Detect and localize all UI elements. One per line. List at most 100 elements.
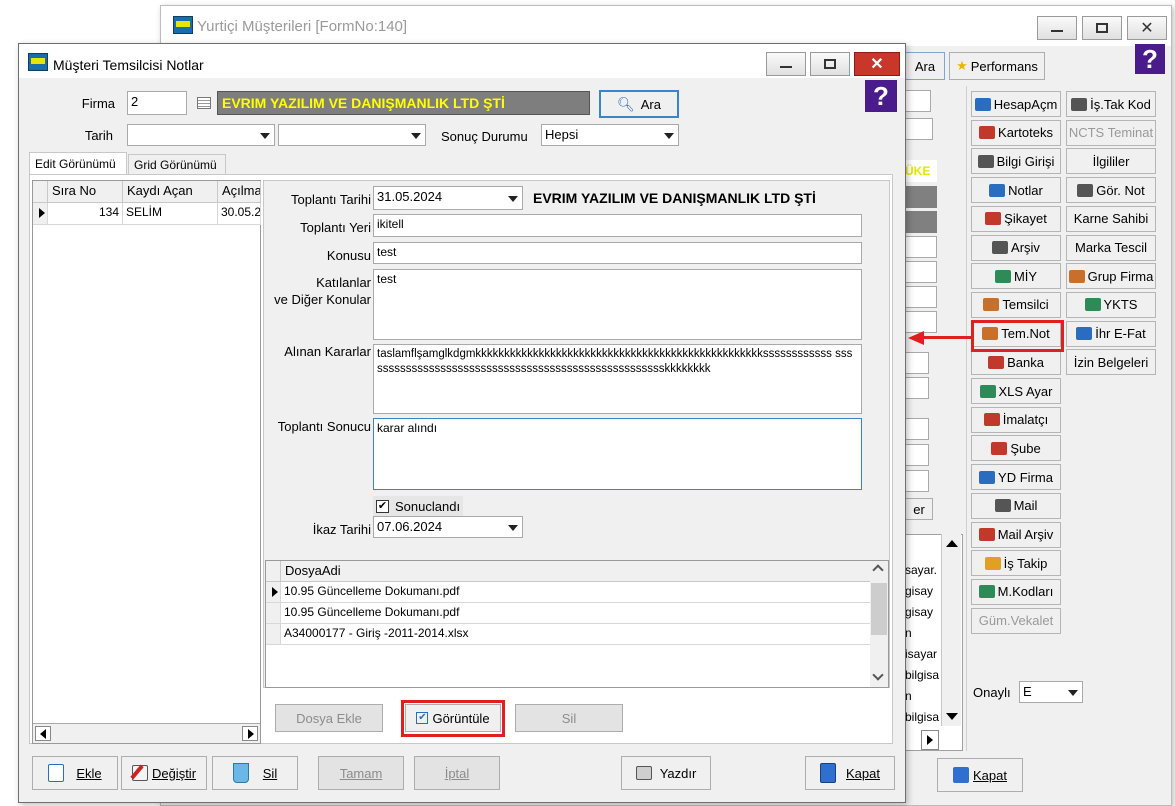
grid-header-sira-no[interactable]: Sıra No xyxy=(48,181,123,203)
sidebar-button-col2-7[interactable]: Grup Firma xyxy=(1066,263,1156,290)
sidebar-button-18[interactable]: M.Kodları xyxy=(971,578,1061,605)
list-item[interactable]: sayar. xyxy=(905,560,943,581)
table-row-kaydi-acan[interactable]: SELİM xyxy=(123,203,218,225)
list-item[interactable]: gisay xyxy=(905,602,943,623)
back-field-9[interactable] xyxy=(905,418,929,440)
file-row[interactable]: 10.95 Güncelleme Dokumanı.pdf xyxy=(281,603,871,624)
list-item[interactable]: bilgisa xyxy=(905,707,943,728)
sonuclandi-checkbox[interactable]: ✔ Sonuclandı xyxy=(373,496,463,516)
help-icon[interactable]: ? xyxy=(865,80,897,112)
back-kapat-button[interactable]: Kapat xyxy=(937,758,1023,792)
sidebar-button-17[interactable]: İş Takip xyxy=(971,550,1061,577)
ikaz-tarihi-select[interactable]: 07.06.2024 xyxy=(373,516,523,538)
sidebar-button-col2-10[interactable]: İzin Belgeleri xyxy=(1066,349,1156,376)
back-field-10[interactable] xyxy=(905,444,929,466)
tarih-end-select[interactable] xyxy=(278,124,426,146)
sidebar-button-16[interactable]: Mail Arşiv xyxy=(971,521,1061,548)
sidebar-button-11[interactable]: XLS Ayar xyxy=(971,378,1061,404)
file-grid-header[interactable]: DosyaAdi xyxy=(281,561,871,582)
sidebar-button-12[interactable]: İmalatçı xyxy=(971,406,1061,433)
sidebar-button-col2-5[interactable]: Karne Sahibi xyxy=(1066,205,1156,232)
back-ara-tab[interactable]: Ara xyxy=(905,52,945,80)
toplanti-yeri-input[interactable]: ikitell xyxy=(373,214,862,237)
ekle-button[interactable]: Ekle xyxy=(32,756,118,790)
back-field-8[interactable] xyxy=(905,377,929,399)
sidebar-button-3[interactable]: Bilgi Girişi xyxy=(971,148,1061,175)
scroll-up-icon[interactable] xyxy=(872,564,884,576)
ara-button[interactable]: 🔍︎ Ara xyxy=(599,90,679,118)
back-field-6[interactable] xyxy=(905,311,937,333)
sidebar-button-col2-8[interactable]: YKTS xyxy=(1066,291,1156,318)
back-list-scroll-right-icon[interactable] xyxy=(921,730,939,750)
scroll-down-icon[interactable] xyxy=(946,713,958,720)
sidebar-button-2[interactable]: Kartoteks xyxy=(971,119,1061,146)
front-close-button[interactable]: ✕ xyxy=(854,52,900,76)
back-field-1[interactable] xyxy=(905,90,931,112)
tab-edit-gorunumu[interactable]: Edit Görünümü xyxy=(29,152,127,175)
tab-grid-gorunumu[interactable]: Grid Görünümü xyxy=(128,154,226,175)
katilanlar-textarea[interactable]: test xyxy=(373,269,862,340)
sidebar-button-4[interactable]: Notlar xyxy=(971,177,1061,204)
sidebar-button-col2-1[interactable]: İş.Tak Kod xyxy=(1066,91,1156,117)
yazdir-button[interactable]: Yazdır xyxy=(621,756,711,790)
back-maximize-button[interactable] xyxy=(1082,16,1122,40)
table-row-sira-no[interactable]: 134 xyxy=(48,203,123,225)
scroll-left-icon[interactable] xyxy=(35,726,51,741)
sidebar-button-col2-4[interactable]: Gör. Not xyxy=(1066,177,1156,204)
scroll-up-icon[interactable] xyxy=(945,540,958,547)
degistir-button[interactable]: Değiştir xyxy=(121,756,207,790)
scroll-down-icon[interactable] xyxy=(872,669,884,681)
sonuc-durumu-select[interactable]: Hepsi xyxy=(541,124,679,146)
dosya-sil-button[interactable]: Sil xyxy=(515,704,623,732)
sidebar-button-15[interactable]: Mail xyxy=(971,492,1061,519)
goruntule-button[interactable]: ✔ Görüntüle xyxy=(405,704,501,732)
back-close-button[interactable]: ✕ xyxy=(1127,16,1167,40)
sil-button[interactable]: Sil xyxy=(212,756,298,790)
kapat-button[interactable]: Kapat xyxy=(805,756,895,790)
sidebar-button-col2-6[interactable]: Marka Tescil xyxy=(1066,234,1156,261)
iptal-button[interactable]: İptal xyxy=(414,756,500,790)
sidebar-button-5[interactable]: Şikayet xyxy=(971,205,1061,232)
back-field-2[interactable] xyxy=(905,118,933,140)
scroll-right-icon[interactable] xyxy=(242,726,258,741)
back-list-scrollbar[interactable] xyxy=(941,534,961,726)
sidebar-button-1[interactable]: HesapAçm xyxy=(971,91,1061,117)
sidebar-button-col2-9[interactable]: İhr E-Fat xyxy=(1066,320,1156,347)
grid-hscrollbar[interactable] xyxy=(33,723,260,743)
back-field-4[interactable] xyxy=(905,261,937,283)
toplanti-tarihi-select[interactable]: 31.05.2024 xyxy=(373,186,523,210)
onayli-select[interactable]: E xyxy=(1019,681,1083,703)
alinan-kararlar-textarea[interactable]: taslamflşamglkdgmkkkkkkkkkkkkkkkkkkkkkkk… xyxy=(373,344,862,414)
list-item[interactable]: gisay xyxy=(905,581,943,602)
grid-header-acilma[interactable]: Açılma xyxy=(218,181,261,203)
list-item[interactable]: isayar xyxy=(905,644,943,665)
back-field-7[interactable] xyxy=(905,352,929,374)
sidebar-button-col2-3[interactable]: İlgililer xyxy=(1066,148,1156,175)
tamam-button[interactable]: Tamam xyxy=(318,756,404,790)
sidebar-button-6[interactable]: Arşiv xyxy=(971,234,1061,261)
tarih-start-select[interactable] xyxy=(127,124,275,146)
performans-tab[interactable]: ★ Performans xyxy=(949,52,1045,80)
help-icon[interactable]: ? xyxy=(1135,44,1165,74)
file-row[interactable]: 10.95 Güncelleme Dokumanı.pdf xyxy=(281,582,871,603)
back-field-5[interactable] xyxy=(905,286,937,308)
sidebar-button-9[interactable]: Tem.Not xyxy=(971,320,1061,347)
back-minimize-button[interactable] xyxy=(1037,16,1077,40)
scroll-thumb[interactable] xyxy=(871,583,887,635)
sidebar-button-7[interactable]: MİY xyxy=(971,263,1061,290)
file-row[interactable]: A34000177 - Giriş -2011-2014.xlsx xyxy=(281,624,871,645)
front-maximize-button[interactable] xyxy=(810,52,850,76)
file-grid-vscrollbar[interactable] xyxy=(870,561,888,687)
toplanti-sonucu-textarea[interactable]: karar alındı xyxy=(373,418,862,490)
front-minimize-button[interactable] xyxy=(766,52,806,76)
firma-code-input[interactable]: 2 xyxy=(127,91,187,115)
table-row-acilma[interactable]: 30.05.2 xyxy=(218,203,261,225)
firma-lookup-icon[interactable] xyxy=(197,97,211,109)
back-er-button[interactable]: er xyxy=(905,498,933,520)
list-item[interactable]: bilgisa xyxy=(905,665,943,686)
sidebar-button-10[interactable]: Banka xyxy=(971,349,1061,376)
dosya-ekle-button[interactable]: Dosya Ekle xyxy=(275,704,383,732)
list-item[interactable]: n xyxy=(905,686,943,707)
sidebar-button-13[interactable]: Şube xyxy=(971,435,1061,462)
back-field-3[interactable] xyxy=(905,236,937,258)
